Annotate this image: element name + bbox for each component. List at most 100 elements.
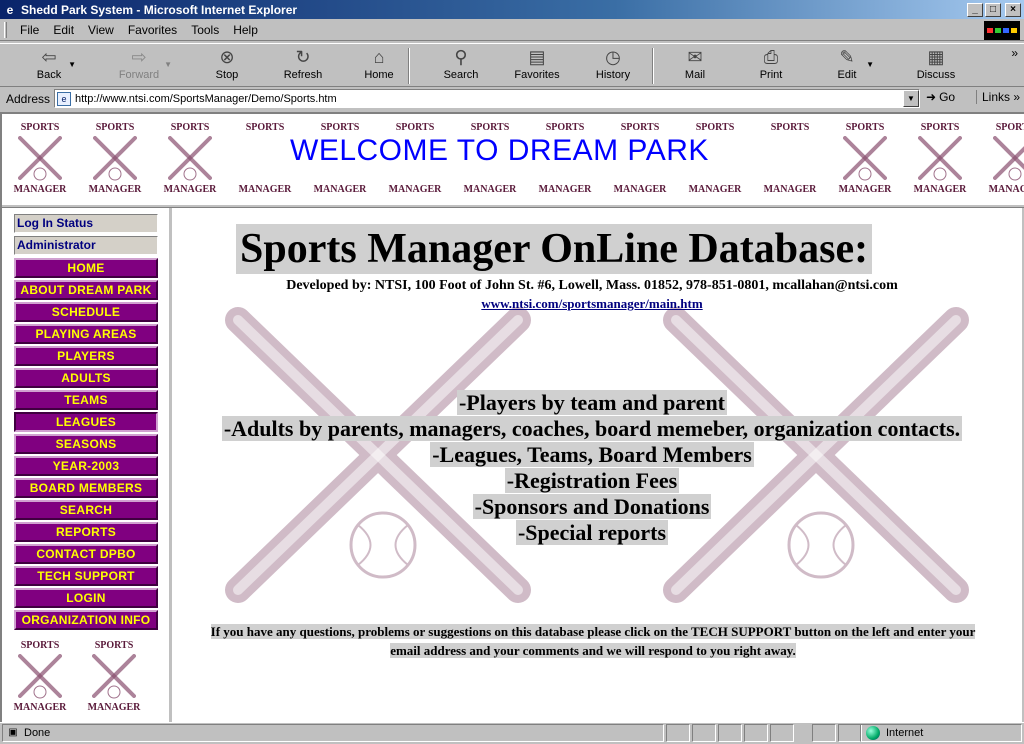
forward-button[interactable]: ⇨ Forward ▼ bbox=[118, 46, 172, 86]
nav-button-search[interactable]: SEARCH bbox=[14, 500, 158, 520]
logo-bottom-text: MANAGER bbox=[763, 184, 817, 195]
page-icon: e bbox=[57, 91, 71, 106]
nav-button-players[interactable]: PLAYERS bbox=[14, 346, 158, 366]
toolbar-more-icon[interactable]: » bbox=[1011, 46, 1018, 60]
maximize-button[interactable]: □ bbox=[985, 2, 1001, 17]
print-label: Print bbox=[759, 69, 783, 81]
print-button[interactable]: ⎙ Print bbox=[756, 46, 786, 86]
menu-favorites[interactable]: Favorites bbox=[121, 23, 184, 37]
nav-button-teams[interactable]: TEAMS bbox=[14, 390, 158, 410]
standard-toolbar: ⇦ Back ▼ ⇨ Forward ▼ ⊗ Stop ↻ Refresh ⌂ … bbox=[0, 43, 1024, 87]
status-pane-empty bbox=[812, 724, 836, 742]
menu-file[interactable]: File bbox=[13, 23, 46, 37]
logo-top-text: SPORTS bbox=[845, 122, 885, 133]
note-text: If you have any questions, problems or s… bbox=[210, 624, 976, 658]
feature-text: -Sponsors and Donations bbox=[472, 494, 712, 519]
menu-bar: File Edit View Favorites Tools Help bbox=[0, 20, 1024, 41]
logo-bottom-text: MANAGER bbox=[463, 184, 517, 195]
nav-button-leagues[interactable]: LEAGUES bbox=[14, 412, 158, 432]
logo-top-text: SPORTS bbox=[470, 122, 510, 133]
logo-top-text: SPORTS bbox=[320, 122, 360, 133]
address-label: Address bbox=[6, 92, 51, 106]
logo-top-text: SPORTS bbox=[545, 122, 585, 133]
links-button[interactable]: Links » bbox=[976, 90, 1020, 104]
discuss-icon: ▦ bbox=[927, 46, 945, 67]
go-button[interactable]: ➜ Go bbox=[926, 90, 955, 104]
refresh-label: Refresh bbox=[283, 69, 323, 81]
edit-dropdown-icon[interactable]: ▼ bbox=[866, 60, 874, 69]
status-pane-empty bbox=[718, 724, 742, 742]
crossed-bats-icon bbox=[18, 654, 62, 699]
nav-button-organization-info[interactable]: ORGANIZATION INFO bbox=[14, 610, 158, 630]
nav-button-home[interactable]: HOME bbox=[14, 258, 158, 278]
stop-button[interactable]: ⊗ Stop bbox=[212, 46, 242, 86]
menu-grip bbox=[4, 22, 7, 38]
logo-top-text: SPORTS bbox=[770, 122, 810, 133]
favorites-button[interactable]: ▤ Favorites bbox=[512, 46, 562, 86]
stop-icon: ⊗ bbox=[219, 46, 235, 67]
nav-button-board-members[interactable]: BOARD MEMBERS bbox=[14, 478, 158, 498]
zone-pane: Internet bbox=[860, 724, 1022, 742]
sports-manager-logo: SPORTS MANAGER bbox=[10, 640, 70, 716]
nav-button-playing-areas[interactable]: PLAYING AREAS bbox=[14, 324, 158, 344]
status-pane-empty bbox=[770, 724, 794, 742]
window-title-bar[interactable]: e Shedd Park System - Microsoft Internet… bbox=[0, 0, 1024, 19]
crossed-bats-icon bbox=[918, 136, 962, 181]
mail-icon: ✉ bbox=[687, 46, 703, 67]
logo-top-text: SPORTS bbox=[620, 122, 660, 133]
back-dropdown-icon[interactable]: ▼ bbox=[68, 60, 76, 69]
address-input[interactable]: e http://www.ntsi.com/SportsManager/Demo… bbox=[54, 89, 920, 108]
nav-button-schedule[interactable]: SCHEDULE bbox=[14, 302, 158, 322]
logo-bottom-text: MANAGER bbox=[88, 184, 142, 195]
logo-top-text: SPORTS bbox=[245, 122, 285, 133]
edit-button[interactable]: ✎ Edit ▼ bbox=[832, 46, 874, 86]
stop-label: Stop bbox=[215, 69, 239, 81]
forward-label: Forward bbox=[118, 69, 160, 81]
feature-item: -Sponsors and Donations bbox=[178, 494, 1006, 520]
nav-button-about-dream-park[interactable]: ABOUT DREAM PARK bbox=[14, 280, 158, 300]
logo-bottom-text: MANAGER bbox=[988, 184, 1024, 195]
menu-edit[interactable]: Edit bbox=[46, 23, 81, 37]
nav-button-year-2003[interactable]: YEAR-2003 bbox=[14, 456, 158, 476]
page-content: SPORTS MANAGER SPORTS MANAGER SPORTS MANAGER S… bbox=[0, 112, 1024, 722]
sportsmanager-link[interactable]: www.ntsi.com/sportsmanager/main.htm bbox=[178, 296, 1006, 312]
edit-icon: ✎ bbox=[839, 46, 855, 67]
history-button[interactable]: ◷ History bbox=[594, 46, 632, 86]
feature-text: -Adults by parents, managers, coaches, b… bbox=[221, 416, 963, 441]
feature-item: -Special reports bbox=[178, 520, 1006, 546]
edit-label: Edit bbox=[837, 69, 857, 81]
left-nav-frame: Log In Status Administrator HOME ABOUT DR… bbox=[2, 208, 172, 722]
home-icon: ⌂ bbox=[373, 46, 385, 67]
home-button[interactable]: ⌂ Home bbox=[362, 46, 396, 86]
search-label: Search bbox=[443, 69, 479, 81]
nav-button-contact-dpbo[interactable]: CONTACT DPBO bbox=[14, 544, 158, 564]
close-button[interactable]: × bbox=[1005, 2, 1021, 17]
status-pane-empty bbox=[838, 724, 862, 742]
address-dropdown-icon[interactable]: ▼ bbox=[903, 90, 919, 107]
nav-button-tech-support[interactable]: TECH SUPPORT bbox=[14, 566, 158, 586]
logo-top-text: SPORTS bbox=[995, 122, 1024, 133]
sports-manager-logo: SPORTS MANAGER bbox=[910, 122, 970, 198]
nav-button-reports[interactable]: REPORTS bbox=[14, 522, 158, 542]
status-pane-empty bbox=[692, 724, 716, 742]
search-button[interactable]: ⚲ Search bbox=[442, 46, 480, 86]
discuss-button[interactable]: ▦ Discuss bbox=[914, 46, 958, 86]
feature-item: -Registration Fees bbox=[178, 468, 1006, 494]
back-button[interactable]: ⇦ Back ▼ bbox=[34, 46, 76, 86]
page-title: Sports Manager OnLine Database: bbox=[236, 224, 873, 274]
menu-view[interactable]: View bbox=[81, 23, 121, 37]
zone-text: Internet bbox=[886, 727, 924, 739]
nav-button-adults[interactable]: ADULTS bbox=[14, 368, 158, 388]
menu-help[interactable]: Help bbox=[226, 23, 265, 37]
crossed-bats-icon bbox=[993, 136, 1024, 181]
menu-tools[interactable]: Tools bbox=[184, 23, 226, 37]
forward-dropdown-icon[interactable]: ▼ bbox=[164, 60, 172, 69]
logo-top-text: SPORTS bbox=[170, 122, 210, 133]
nav-button-login[interactable]: LOGIN bbox=[14, 588, 158, 608]
refresh-button[interactable]: ↻ Refresh bbox=[282, 46, 324, 86]
mail-button[interactable]: ✉ Mail bbox=[680, 46, 710, 86]
nav-button-seasons[interactable]: SEASONS bbox=[14, 434, 158, 454]
favorites-icon: ▤ bbox=[528, 46, 546, 67]
minimize-button[interactable]: _ bbox=[967, 2, 983, 17]
address-url[interactable]: http://www.ntsi.com/SportsManager/Demo/S… bbox=[75, 93, 337, 105]
